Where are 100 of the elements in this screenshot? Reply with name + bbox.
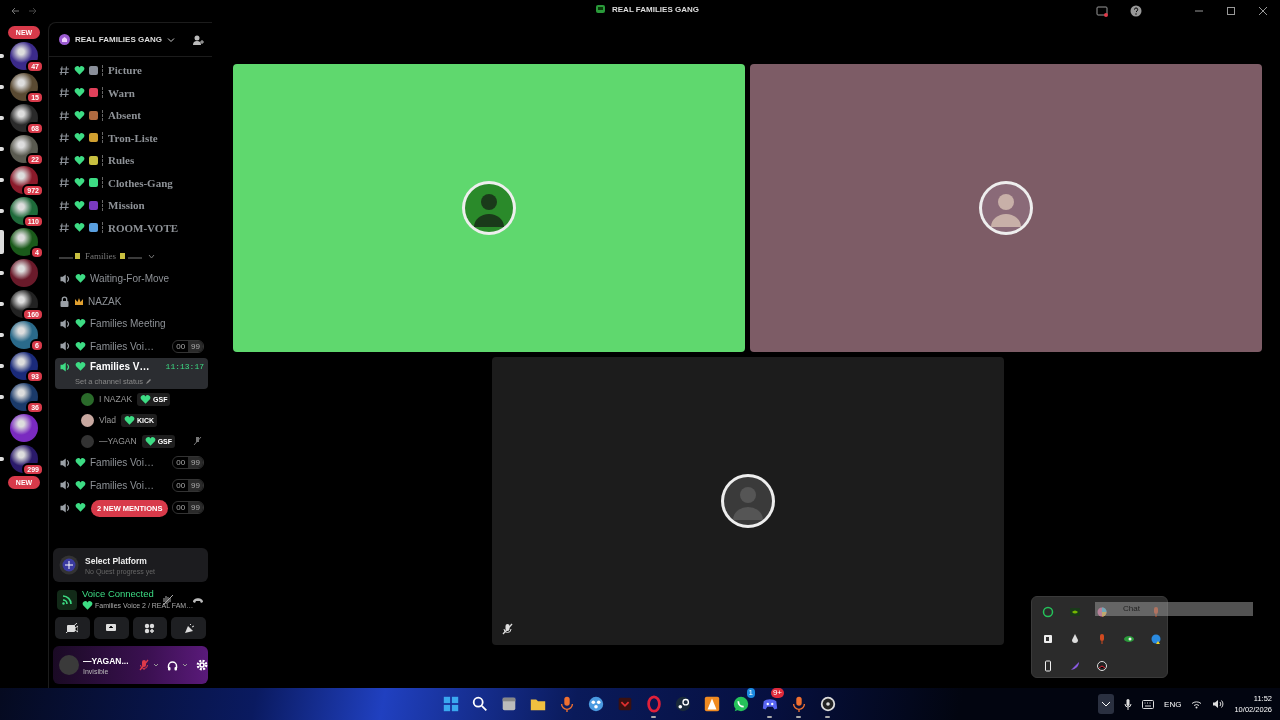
text-channel-item[interactable]: Mission	[55, 194, 208, 217]
help-icon[interactable]	[1130, 5, 1142, 17]
hash-icon	[59, 64, 70, 76]
activities-button[interactable]	[132, 617, 168, 639]
quest-title: Select Platform	[85, 555, 148, 566]
voice-status: Voice Connected	[82, 588, 155, 599]
voice-channel-item[interactable]: Waiting-For-Move	[55, 267, 208, 290]
video-tile[interactable]	[750, 64, 1262, 352]
triangle-app-icon	[702, 695, 721, 713]
maximize-icon[interactable]	[1226, 6, 1236, 16]
compass-icon	[59, 555, 79, 575]
eye-icon	[1068, 605, 1081, 618]
voice-channel-item[interactable]: Families Voi… 00 99	[55, 474, 208, 497]
add-member-icon[interactable]	[192, 33, 204, 46]
screen-share-button[interactable]	[93, 617, 129, 639]
disconnect-icon[interactable]	[192, 595, 204, 604]
voice-channel-item[interactable]: Families Voi… 00 99	[55, 451, 208, 474]
text-channel-item[interactable]: Rules	[55, 149, 208, 172]
heart-icon	[75, 273, 86, 285]
taskbar-app[interactable]: 1	[726, 688, 755, 720]
user-limit-badge: 00 99	[172, 456, 204, 470]
user-limit-badge: 00 99	[172, 478, 204, 492]
hash-icon	[59, 199, 70, 211]
microphone-muted-icon[interactable]	[139, 659, 149, 671]
heart-icon	[74, 177, 85, 189]
lock-icon	[59, 295, 70, 307]
inbox-icon[interactable]	[1096, 5, 1108, 17]
video-tile[interactable]	[491, 357, 1004, 645]
language-indicator[interactable]: ENG	[1164, 699, 1182, 709]
voice-channel-item[interactable]: NAZAK	[55, 290, 208, 313]
hash-icon	[59, 177, 70, 189]
chevron-down-icon[interactable]	[182, 662, 188, 668]
pencil-icon	[145, 378, 152, 384]
text-channel-item[interactable]: Warn	[55, 81, 208, 104]
notification-badge: 9+	[770, 688, 784, 698]
chat-icon	[1041, 605, 1054, 618]
close-icon[interactable]	[1258, 6, 1268, 16]
user-limit-badge: 00 99	[172, 501, 204, 515]
window-title: REAL FAMILIES GANG	[612, 4, 699, 14]
chevron-up-icon[interactable]	[1098, 694, 1115, 714]
heart-icon	[74, 199, 85, 211]
chevron-down-icon[interactable]	[153, 662, 159, 668]
heart-icon	[75, 318, 86, 330]
hash-icon	[59, 87, 70, 99]
category-header[interactable]: Families	[85, 251, 116, 262]
ring-icon	[644, 695, 663, 713]
soundboard-icon	[183, 622, 195, 634]
heart-icon	[74, 222, 85, 234]
avatar	[720, 474, 775, 528]
heart-icon	[74, 132, 85, 144]
molecule-icon	[586, 695, 605, 713]
keyboard-icon[interactable]	[1142, 699, 1155, 709]
server-icon[interactable]	[10, 259, 38, 287]
activities-icon	[144, 622, 156, 634]
speaker-icon	[59, 272, 71, 285]
signal-icon	[57, 589, 77, 610]
hash-icon	[59, 132, 70, 144]
color-wheel-icon	[1095, 605, 1108, 618]
speaker-icon[interactable]	[1212, 699, 1225, 709]
taskbar-app[interactable]: 9+	[755, 688, 784, 720]
video-tile[interactable]	[233, 64, 745, 352]
avatar	[462, 181, 516, 235]
text-channel-item[interactable]: ROOM-VOTE	[55, 216, 208, 239]
back-arrow-icon[interactable]	[10, 6, 20, 16]
text-channel-item[interactable]: Picture	[55, 59, 208, 82]
soundboard-button[interactable]	[171, 617, 206, 639]
voice-channel-item[interactable]: Families Meeting	[55, 312, 208, 335]
heart-icon	[140, 393, 152, 405]
hash-icon	[59, 222, 70, 234]
heart-icon	[74, 64, 85, 76]
headphones-icon[interactable]	[167, 659, 178, 671]
wifi-icon[interactable]	[1191, 699, 1203, 709]
crown-icon	[74, 296, 84, 306]
text-channel-item[interactable]: Clothes-Gang	[55, 171, 208, 194]
heart-icon	[144, 435, 156, 447]
text-channel-item[interactable]: Tron-Liste	[55, 126, 208, 149]
notification-badge: 1	[746, 688, 755, 698]
heart-icon	[75, 340, 86, 352]
server-name[interactable]: REAL FAMILIES GANG	[75, 35, 162, 44]
speaker-icon	[59, 340, 71, 353]
chevron-down-icon	[148, 252, 155, 260]
heart-icon	[75, 361, 86, 372]
microphone-icon[interactable]	[1124, 698, 1133, 710]
text-channel-item[interactable]: Absent	[55, 104, 208, 127]
speaker-icon	[59, 456, 71, 469]
windows-start-icon	[441, 695, 460, 713]
heart-icon	[74, 87, 85, 99]
screen-share-icon	[105, 622, 118, 634]
speaker-icon	[59, 501, 71, 514]
category-decoration-icon	[120, 252, 144, 261]
server-icon[interactable]	[10, 414, 38, 442]
voice-channel-item[interactable]: Families Voi… 00 99	[55, 335, 208, 358]
camera-off-icon	[66, 623, 79, 633]
settings-icon[interactable]	[196, 659, 208, 671]
server-logo-icon	[595, 4, 606, 14]
tile-icon	[1041, 632, 1054, 645]
disc-icon	[818, 695, 837, 713]
heart-icon	[74, 154, 85, 166]
speaker-icon	[59, 479, 71, 492]
camera-off-button[interactable]	[55, 617, 90, 639]
